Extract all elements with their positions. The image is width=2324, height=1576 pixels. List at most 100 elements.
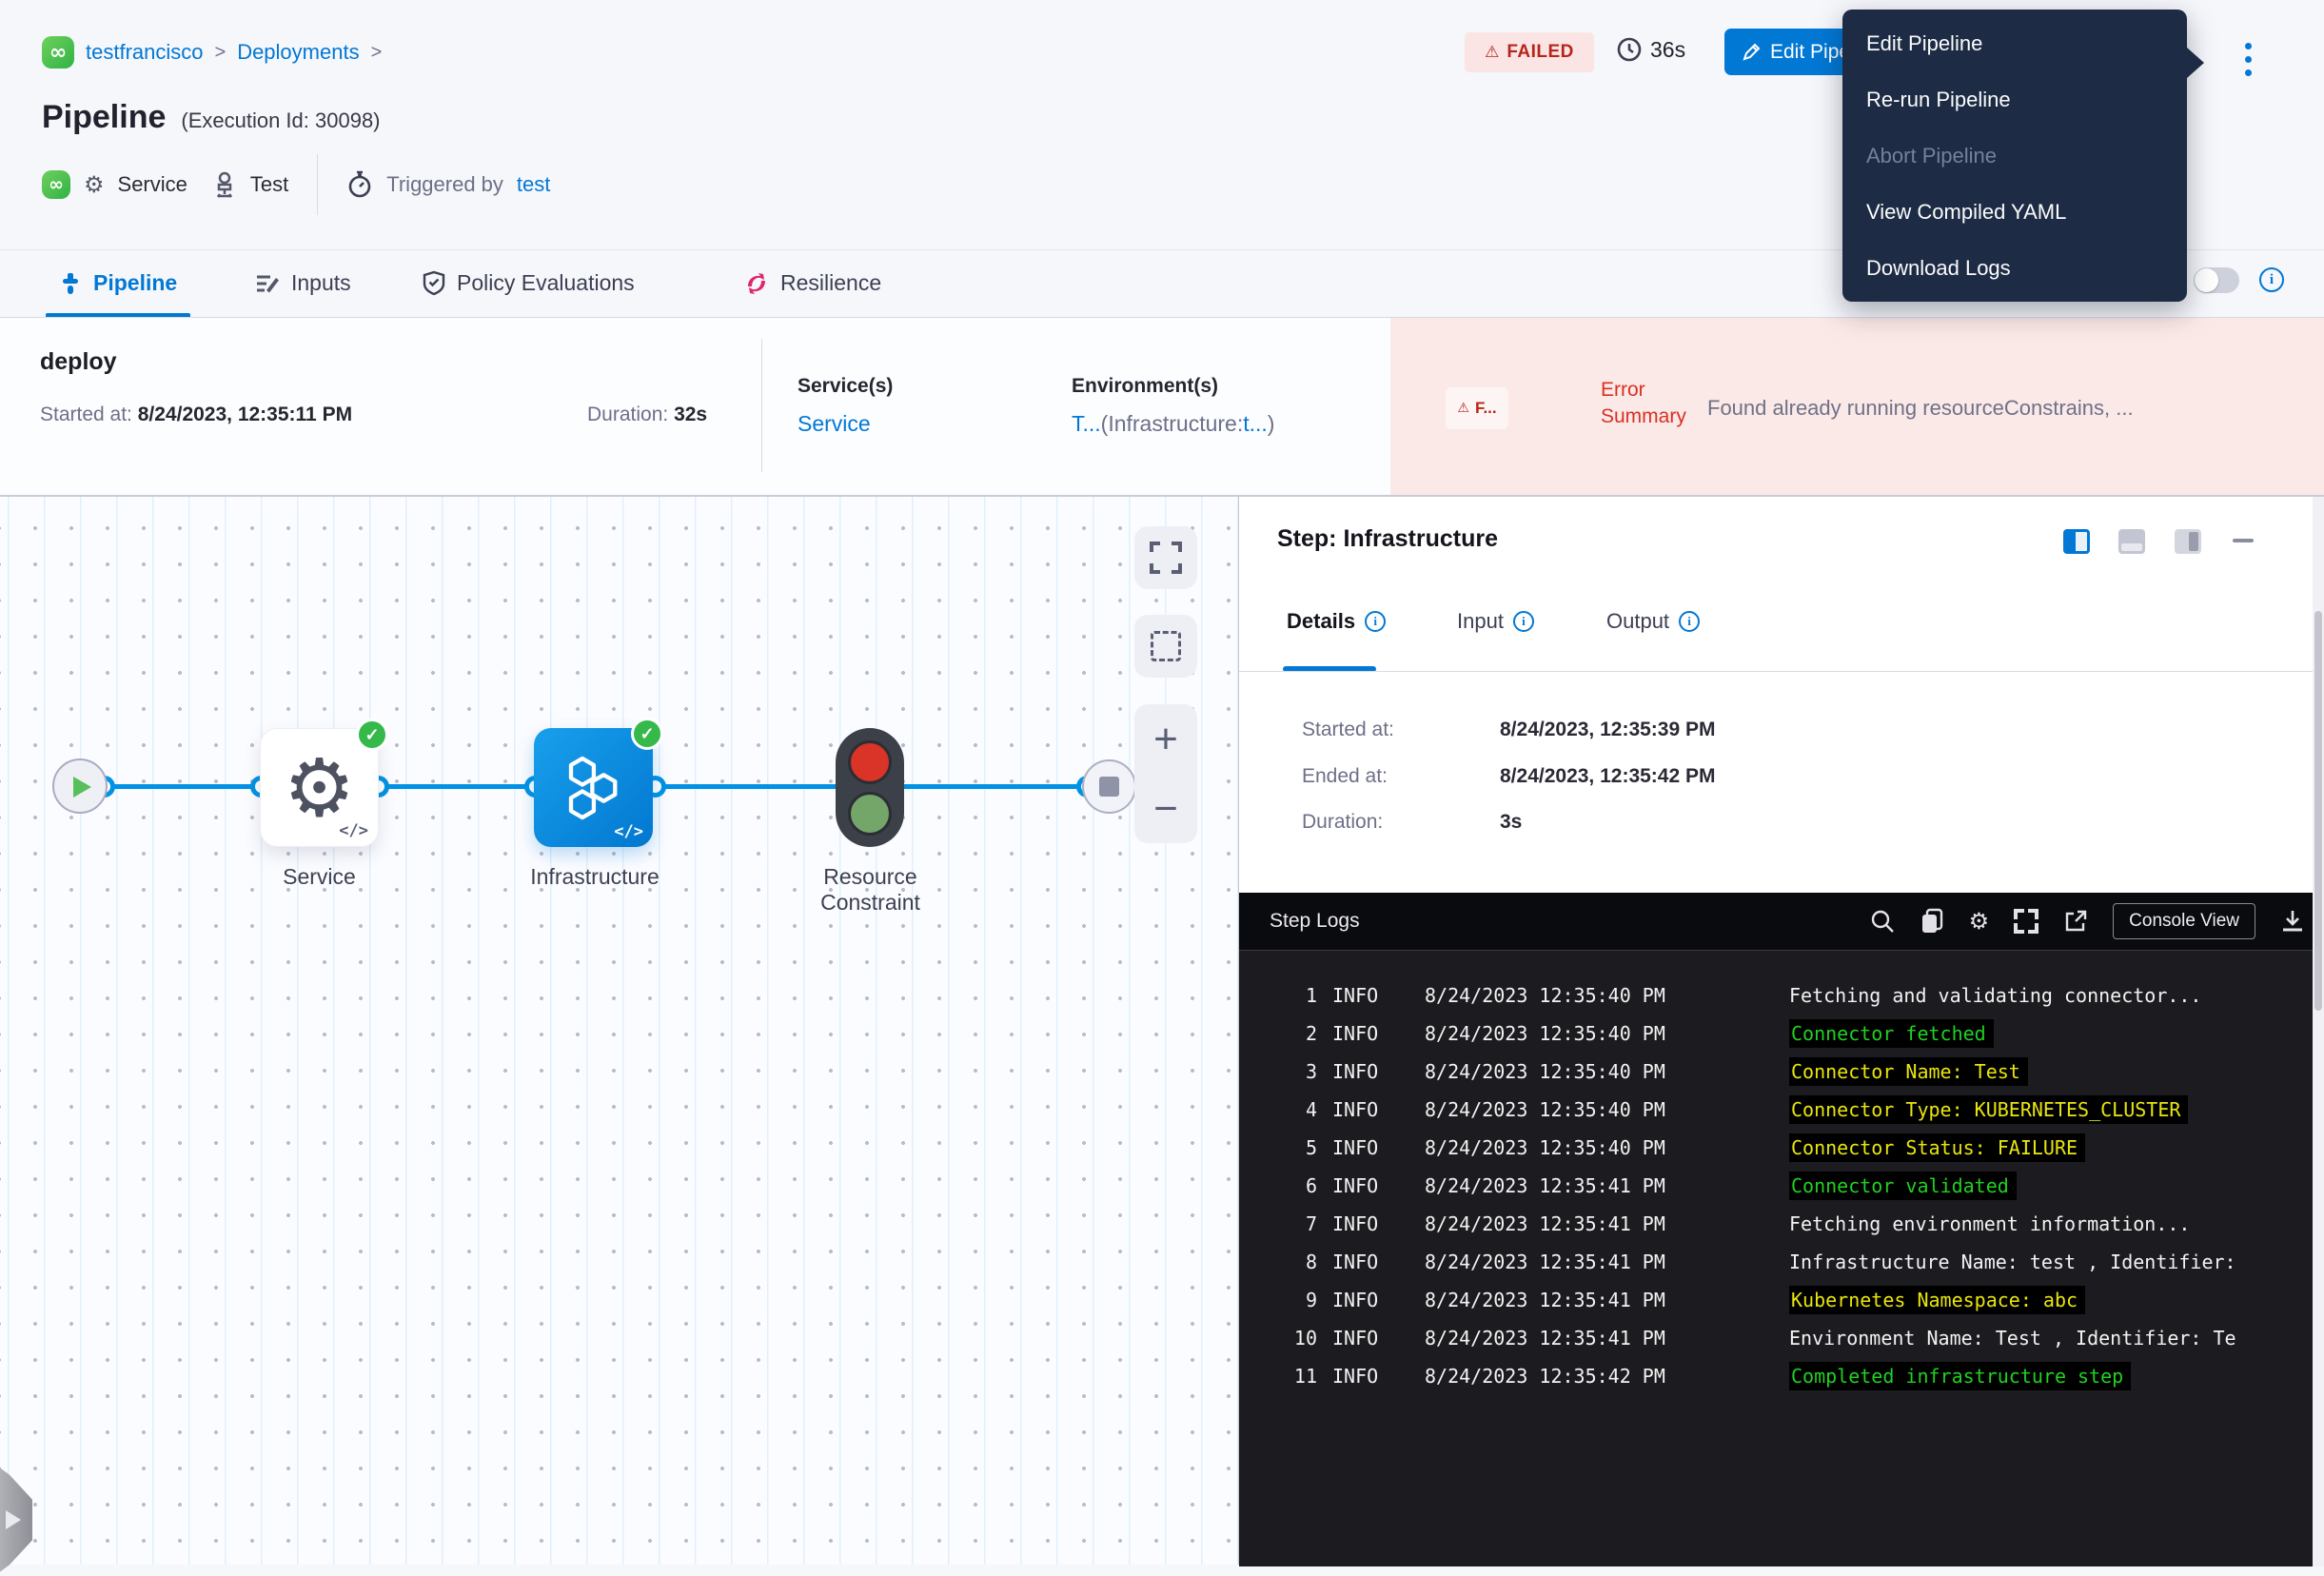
detail-ended-at: Ended at: 8/24/2023, 12:35:42 PM — [1302, 765, 1388, 788]
marquee-select-icon — [1151, 631, 1181, 661]
start-node[interactable] — [52, 758, 108, 814]
step-details-panel: Step: Infrastructure Detailsi Inputi Out… — [1239, 495, 2324, 1565]
services-label: Service(s) — [798, 375, 893, 398]
stage-name[interactable]: deploy — [40, 348, 117, 376]
tab-output[interactable]: Outputi — [1606, 609, 1700, 634]
service-tag-label[interactable]: Service — [118, 172, 187, 197]
info-icon[interactable]: i — [1679, 611, 1700, 632]
log-row: 3INFO8/24/2023 12:35:40 PMConnector Name… — [1239, 1053, 2324, 1091]
error-summary-message: Found already running resourceConstrains… — [1707, 396, 2288, 421]
warning-icon: ⚠ — [1485, 43, 1499, 62]
failed-mini-badge: ⚠ F... — [1446, 387, 1508, 429]
divider — [317, 154, 318, 215]
infrastructure-link[interactable]: t... — [1243, 411, 1268, 436]
debug-toggle[interactable] — [2194, 267, 2239, 293]
tab-input[interactable]: Inputi — [1457, 609, 1534, 634]
node-label-service: Service — [241, 864, 398, 890]
panel-scrollbar[interactable] — [2313, 497, 2324, 1566]
menu-item-download-logs[interactable]: Download Logs — [1842, 240, 2187, 296]
triggered-by-label: Triggered by — [386, 172, 503, 197]
status-badge: ⚠ FAILED — [1465, 32, 1594, 72]
search-icon[interactable] — [1870, 909, 1895, 934]
shield-check-icon — [423, 270, 445, 296]
step-logs-title: Step Logs — [1270, 910, 1360, 933]
layout-bottom-icon[interactable] — [2118, 529, 2145, 554]
logs-fullscreen-icon[interactable] — [2014, 909, 2038, 934]
minimize-icon[interactable] — [2233, 539, 2254, 542]
layout-split-icon[interactable] — [2063, 529, 2090, 554]
end-node[interactable] — [1082, 759, 1136, 814]
menu-pointer — [2187, 48, 2204, 78]
info-icon[interactable]: i — [1365, 611, 1386, 632]
test-tag-label[interactable]: Test — [250, 172, 288, 197]
warning-icon: ⚠ — [1457, 401, 1469, 416]
success-check-badge: ✓ — [356, 719, 388, 751]
zoom-in-button[interactable]: + — [1153, 720, 1178, 758]
log-settings-gear-icon[interactable]: ⚙ — [1969, 908, 1990, 935]
info-icon[interactable]: i — [1513, 611, 1534, 632]
menu-item-abort-pipeline: Abort Pipeline — [1842, 128, 2187, 184]
pencil-icon — [1742, 43, 1761, 62]
log-row: 2INFO8/24/2023 12:35:40 PMConnector fetc… — [1239, 1015, 2324, 1053]
chevron-right-icon — [6, 1510, 21, 1529]
tab-resilience[interactable]: Resilience — [744, 249, 881, 317]
triggered-by-user-link[interactable]: test — [517, 172, 550, 197]
service-step-node[interactable]: ⚙ ✓ </> — [260, 728, 379, 847]
layout-right-icon[interactable] — [2175, 529, 2201, 554]
console-view-button[interactable]: Console View — [2113, 903, 2255, 939]
environment-icon — [212, 171, 237, 198]
tab-inputs[interactable]: Inputs — [255, 249, 351, 317]
canvas-zoom-controls: + − — [1134, 704, 1197, 843]
canvas-select-button[interactable] — [1134, 615, 1197, 678]
resource-constraint-node[interactable] — [836, 728, 904, 847]
page-title: Pipeline — [42, 99, 166, 136]
canvas-fullscreen-button[interactable] — [1134, 526, 1197, 589]
divider — [761, 339, 762, 472]
pipeline-execution-page: ∞ testfrancisco > Deployments > Pipeline… — [0, 0, 2324, 1565]
menu-item-view-compiled-yaml[interactable]: View Compiled YAML — [1842, 184, 2187, 240]
stage-duration: Duration: 32s — [587, 404, 707, 426]
resilience-icon — [744, 271, 769, 296]
download-icon[interactable] — [2280, 909, 2305, 934]
tab-policy-evaluations[interactable]: Policy Evaluations — [423, 249, 635, 317]
info-icon[interactable]: i — [2259, 267, 2284, 292]
harness-logo-icon: ∞ — [42, 170, 70, 199]
tab-details[interactable]: Detailsi — [1287, 609, 1386, 634]
execution-id: (Execution Id: 30098) — [181, 108, 380, 133]
breadcrumb-deployments-link[interactable]: Deployments — [237, 40, 359, 65]
log-row: 8INFO8/24/2023 12:35:41 PMInfrastructure… — [1239, 1243, 2324, 1281]
detail-started-at: Started at: 8/24/2023, 12:35:39 PM — [1302, 719, 1394, 741]
environment-link[interactable]: T... — [1072, 411, 1101, 436]
log-row: 5INFO8/24/2023 12:35:40 PMConnector Stat… — [1239, 1129, 2324, 1167]
play-icon — [73, 777, 91, 798]
menu-item-rerun-pipeline[interactable]: Re-run Pipeline — [1842, 71, 2187, 128]
green-light-icon — [848, 792, 892, 836]
more-options-button[interactable] — [2235, 38, 2261, 80]
code-icon: </> — [614, 822, 643, 841]
page-title-row: Pipeline (Execution Id: 30098) — [42, 99, 381, 136]
menu-item-edit-pipeline[interactable]: Edit Pipeline — [1842, 15, 2187, 71]
code-icon: </> — [339, 821, 368, 840]
copy-icon[interactable] — [1920, 908, 1944, 935]
service-link[interactable]: Service — [798, 411, 871, 437]
step-panel-title: Step: Infrastructure — [1277, 525, 1498, 553]
stage-started-at: Started at: 8/24/2023, 12:35:11 PM — [40, 404, 352, 426]
log-row: 9INFO8/24/2023 12:35:41 PMKubernetes Nam… — [1239, 1281, 2324, 1319]
open-external-icon[interactable] — [2063, 909, 2088, 934]
log-row: 1INFO8/24/2023 12:35:40 PMFetching and v… — [1239, 976, 2324, 1015]
pipeline-meta-row: ∞ ⚙ Service Test Triggered by test — [42, 167, 550, 202]
environment-value: T...(Infrastructure:t...) — [1072, 411, 1274, 437]
step-logs-output[interactable]: 1INFO8/24/2023 12:35:40 PMFetching and v… — [1239, 951, 2324, 1566]
node-label-infrastructure: Infrastructure — [504, 864, 685, 890]
gear-icon: ⚙ — [84, 171, 105, 198]
infrastructure-step-node[interactable]: ✓ </> — [534, 728, 653, 847]
pipeline-graph-canvas[interactable] — [0, 495, 1239, 1565]
tab-pipeline[interactable]: Pipeline — [59, 249, 177, 317]
stop-icon — [1099, 777, 1119, 797]
harness-logo-icon: ∞ — [42, 36, 74, 69]
zoom-out-button[interactable]: − — [1153, 790, 1178, 828]
fullscreen-icon — [1150, 542, 1182, 574]
success-check-badge: ✓ — [631, 718, 663, 750]
environments-label: Environment(s) — [1072, 375, 1218, 398]
breadcrumb-account-link[interactable]: testfrancisco — [86, 40, 204, 65]
